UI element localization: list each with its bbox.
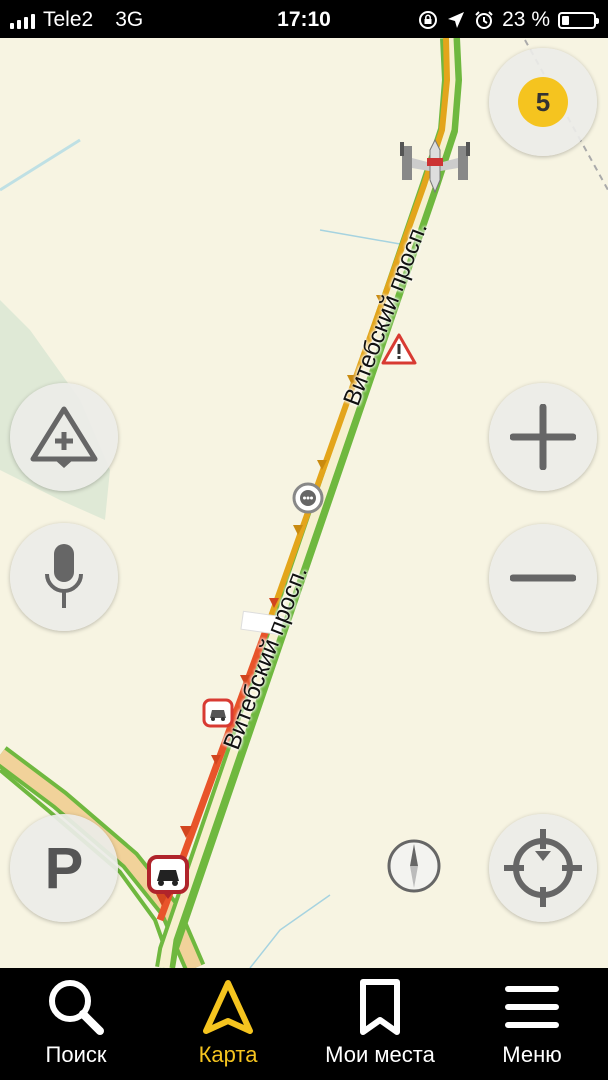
signal-strength-icon bbox=[10, 11, 35, 29]
nav-my-places[interactable]: Мои места bbox=[304, 968, 456, 1080]
minus-icon bbox=[510, 574, 576, 582]
chat-marker-icon[interactable] bbox=[292, 482, 324, 514]
map-view[interactable]: Витебский просп. Витебский просп. 5 P bbox=[0, 38, 608, 968]
nav-label: Карта bbox=[198, 1042, 258, 1067]
battery-icon bbox=[558, 11, 599, 29]
traffic-level-value: 5 bbox=[535, 86, 551, 117]
search-icon bbox=[49, 980, 104, 1035]
navigation-arrow-icon bbox=[203, 980, 253, 1034]
nav-search[interactable]: Поиск bbox=[0, 968, 152, 1080]
carrier-name: Tele2 bbox=[43, 8, 94, 31]
microphone-icon bbox=[45, 544, 83, 608]
crosshair-icon bbox=[504, 829, 582, 907]
status-right: 23 % bbox=[418, 8, 599, 32]
bottom-navigation: Поиск Карта Мои места Меню bbox=[0, 968, 608, 1080]
status-left: Tele2 3G bbox=[10, 8, 143, 32]
nav-label: Поиск bbox=[45, 1042, 107, 1067]
parking-icon: P bbox=[44, 835, 84, 901]
compass-icon[interactable] bbox=[386, 838, 442, 894]
location-arrow-icon bbox=[448, 12, 465, 28]
locate-me-button[interactable] bbox=[489, 814, 597, 922]
status-bar: Tele2 3G 17:10 23 % bbox=[0, 0, 608, 38]
battery-percent: 23 % bbox=[502, 8, 550, 31]
zoom-out-button[interactable] bbox=[489, 524, 597, 632]
water-line bbox=[319, 229, 401, 245]
traffic-button[interactable]: 5 bbox=[489, 48, 597, 156]
accident-marker-icon[interactable] bbox=[147, 855, 189, 901]
alarm-icon bbox=[475, 11, 493, 29]
traffic-level-badge: 5 bbox=[518, 77, 568, 127]
rotation-lock-icon bbox=[419, 11, 438, 29]
nav-label: Мои места bbox=[325, 1042, 435, 1067]
nav-menu[interactable]: Меню bbox=[456, 968, 608, 1080]
warning-plus-icon bbox=[30, 406, 98, 468]
plus-icon bbox=[510, 404, 576, 470]
menu-icon bbox=[505, 986, 559, 1028]
parking-button[interactable]: P bbox=[10, 814, 118, 922]
zoom-in-button[interactable] bbox=[489, 383, 597, 491]
user-location-plane-icon[interactable] bbox=[400, 136, 470, 194]
accident-marker-icon[interactable] bbox=[202, 698, 234, 730]
add-road-event-button[interactable] bbox=[10, 383, 118, 491]
nav-map[interactable]: Карта bbox=[152, 968, 304, 1080]
water-line bbox=[0, 138, 81, 192]
stream-line bbox=[249, 894, 331, 968]
warning-marker-icon[interactable] bbox=[381, 332, 417, 368]
nav-label: Меню bbox=[502, 1042, 562, 1067]
traffic-slow-segment bbox=[265, 38, 451, 627]
bookmark-icon bbox=[360, 979, 400, 1035]
battery-level bbox=[562, 15, 569, 25]
network-type: 3G bbox=[115, 8, 144, 31]
voice-search-button[interactable] bbox=[10, 523, 118, 631]
